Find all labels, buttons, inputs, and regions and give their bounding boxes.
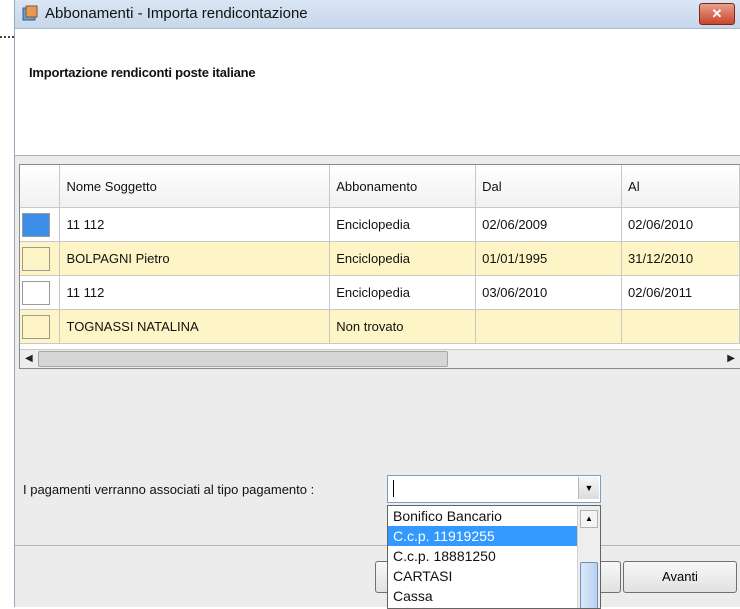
row-selector-cell[interactable] xyxy=(20,275,61,310)
horizontal-scroll-thumb[interactable] xyxy=(38,351,448,367)
cell-dal xyxy=(475,309,623,344)
dropdown-option[interactable]: Cassa xyxy=(388,586,600,606)
table-row[interactable]: 11 112 Enciclopedia 02/06/2009 02/06/2010 xyxy=(20,207,740,242)
table-row[interactable]: 11 112 Enciclopedia 03/06/2010 02/06/2011 xyxy=(20,275,740,310)
row-selector[interactable] xyxy=(22,314,50,339)
close-button[interactable]: ✕ xyxy=(699,3,735,25)
cell-abbonamento: Enciclopedia xyxy=(329,275,477,310)
dialog-window: Abbonamenti - Importa rendicontazione ✕ … xyxy=(14,0,740,609)
dropdown-arrow-icon[interactable]: ▼ xyxy=(578,477,599,499)
cell-abbonamento: Enciclopedia xyxy=(329,207,477,242)
header-title: Importazione rendiconti poste italiane xyxy=(29,65,256,80)
dropdown-option[interactable]: C.c.p. 18881250 xyxy=(388,546,600,566)
cell-nome: TOGNASSI NATALINA xyxy=(59,309,331,344)
header-panel: Importazione rendiconti poste italiane xyxy=(15,29,740,156)
results-grid[interactable]: Nome Soggetto Abbonamento Dal Al 11 112 E… xyxy=(19,164,740,369)
cell-nome: 11 112 xyxy=(59,207,331,242)
dropdown-scroll-thumb[interactable] xyxy=(580,562,598,608)
column-header-abbonamento[interactable]: Abbonamento xyxy=(329,165,477,208)
payment-type-combobox[interactable]: ▼ xyxy=(387,475,601,503)
payment-type-dropdown-list[interactable]: Bonifico Bancario C.c.p. 11919255 C.c.p. 1… xyxy=(387,505,601,609)
cell-al xyxy=(621,309,740,344)
cell-nome: 11 112 xyxy=(59,275,331,310)
payment-type-label: I pagamenti verranno associati al tipo p… xyxy=(23,482,315,497)
horizontal-scrollbar[interactable]: ◀ ▶ xyxy=(20,349,740,368)
row-selector-cell[interactable] xyxy=(20,309,61,344)
cell-al: 02/06/2011 xyxy=(621,275,740,310)
row-selector-cell[interactable] xyxy=(20,241,61,276)
cell-dal: 02/06/2009 xyxy=(475,207,623,242)
app-icon xyxy=(22,5,38,21)
cell-nome: BOLPAGNI Pietro xyxy=(59,241,331,276)
dropdown-option[interactable]: CARTASI xyxy=(388,566,600,586)
cell-al: 02/06/2010 xyxy=(621,207,740,242)
grid-header-row: Nome Soggetto Abbonamento Dal Al xyxy=(20,165,740,208)
scroll-right-icon[interactable]: ▶ xyxy=(727,353,735,364)
table-row[interactable]: TOGNASSI NATALINA Non trovato xyxy=(20,309,740,344)
cell-abbonamento: Non trovato xyxy=(329,309,477,344)
title-bar: Abbonamenti - Importa rendicontazione ✕ xyxy=(15,0,740,29)
selector-column-header xyxy=(20,165,61,208)
table-row[interactable]: BOLPAGNI Pietro Enciclopedia 01/01/1995 31/… xyxy=(20,241,740,276)
next-button[interactable]: Avanti xyxy=(623,561,737,593)
scroll-left-icon[interactable]: ◀ xyxy=(25,353,33,364)
dropdown-option[interactable]: Bonifico Bancario xyxy=(388,506,600,526)
cell-al: 31/12/2010 xyxy=(621,241,740,276)
row-selector[interactable] xyxy=(22,212,50,237)
footer-separator xyxy=(15,545,740,546)
cell-dal: 03/06/2010 xyxy=(475,275,623,310)
text-caret xyxy=(393,480,394,497)
row-selector[interactable] xyxy=(22,280,50,305)
dropdown-scrollbar[interactable]: ▲ xyxy=(577,506,600,608)
column-header-nome[interactable]: Nome Soggetto xyxy=(59,165,331,208)
cell-abbonamento: Enciclopedia xyxy=(329,241,477,276)
cell-dal: 01/01/1995 xyxy=(475,241,623,276)
dropdown-option[interactable]: C.c.p. 11919255 xyxy=(388,526,600,546)
window-title: Abbonamenti - Importa rendicontazione xyxy=(45,5,308,22)
scroll-up-icon[interactable]: ▲ xyxy=(580,510,598,528)
row-selector[interactable] xyxy=(22,246,50,271)
column-header-al[interactable]: Al xyxy=(621,165,740,208)
row-selector-cell[interactable] xyxy=(20,207,61,242)
column-header-dal[interactable]: Dal xyxy=(475,165,623,208)
